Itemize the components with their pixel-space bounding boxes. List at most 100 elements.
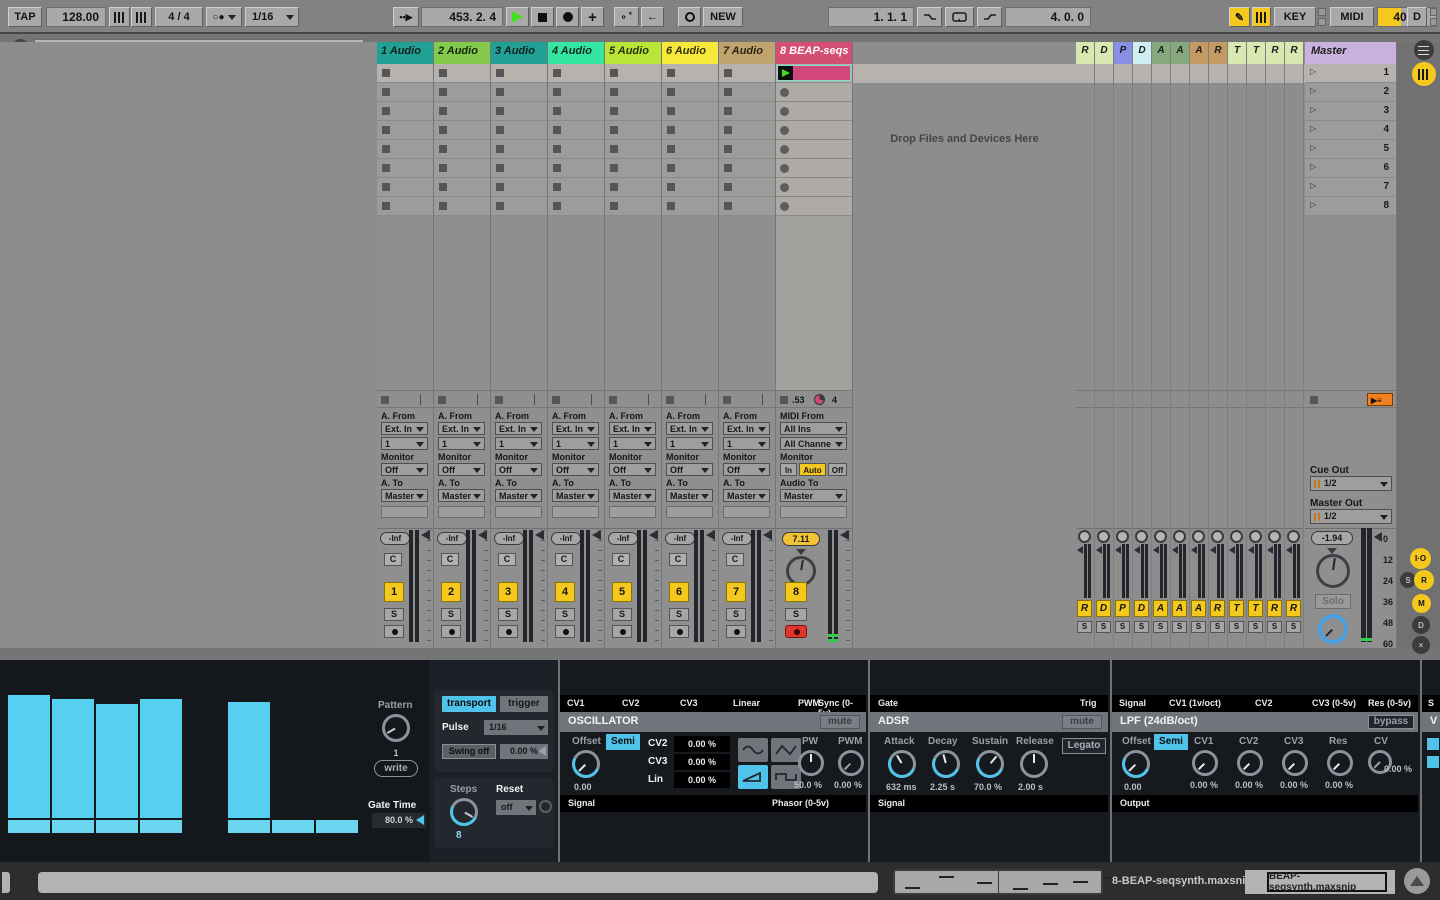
clip-slot[interactable]: [776, 178, 852, 197]
key-map-button[interactable]: KEY: [1274, 7, 1316, 27]
io-midi-channel-chooser[interactable]: All Channe: [780, 437, 847, 450]
return-pan-knob[interactable]: [1268, 530, 1281, 543]
io-output-type-chooser[interactable]: Master: [780, 489, 847, 502]
track-activator-button[interactable]: 6: [669, 582, 689, 602]
reset-trigger-button[interactable]: [539, 800, 552, 813]
io-output-type-chooser[interactable]: Master: [609, 489, 656, 502]
sequencer-gate-bar[interactable]: [8, 820, 50, 833]
clip-record-icon[interactable]: [780, 126, 789, 135]
arm-button[interactable]: [384, 625, 404, 638]
punch-in-button[interactable]: [917, 7, 942, 27]
sequencer-step-bar[interactable]: [8, 695, 50, 818]
osc-cv-value[interactable]: 0.00 %: [674, 754, 730, 770]
arm-button[interactable]: [441, 625, 461, 638]
overdub-d-button[interactable]: D: [1407, 7, 1427, 27]
gate-time-field[interactable]: 80.0 %: [372, 813, 426, 828]
clip-slot[interactable]: [662, 159, 718, 178]
return-pan-knob[interactable]: [1230, 530, 1243, 543]
scene-slot-1[interactable]: ▷1: [1305, 64, 1396, 83]
master-pan-knob[interactable]: [1316, 554, 1350, 588]
io-output-type-chooser[interactable]: Master: [666, 489, 713, 502]
volume-field[interactable]: -Inf: [494, 532, 524, 545]
solo-button[interactable]: S: [785, 608, 807, 621]
track-activator-button[interactable]: 7: [726, 582, 746, 602]
clip-slot[interactable]: [434, 140, 490, 159]
partial-control[interactable]: [1427, 738, 1439, 750]
clip-slot[interactable]: [548, 121, 604, 140]
sequencer-step-bar[interactable]: [96, 704, 138, 818]
clip-slot[interactable]: [377, 159, 433, 178]
clip-slot[interactable]: [719, 159, 775, 178]
clip-slot[interactable]: [719, 140, 775, 159]
clip-record-icon[interactable]: [780, 183, 789, 192]
clip-slot[interactable]: [491, 140, 547, 159]
return-track-header[interactable]: T: [1228, 42, 1246, 64]
automation-arm-button[interactable]: ⚬⚬: [614, 7, 639, 27]
io-input-type-chooser[interactable]: Ext. In: [381, 422, 428, 435]
sine-wave-button[interactable]: [738, 738, 768, 762]
return-pan-knob[interactable]: [1154, 530, 1167, 543]
clip-slot[interactable]: [548, 159, 604, 178]
solo-button[interactable]: S: [555, 608, 575, 621]
io-monitor-chooser[interactable]: Off: [666, 463, 713, 476]
clip-slot[interactable]: [548, 140, 604, 159]
clip-slot[interactable]: [776, 197, 852, 216]
device-title-box[interactable]: BEAP-seqsynth.maxsnip: [1267, 872, 1387, 892]
clip-slot[interactable]: [491, 64, 547, 83]
io-input-channel-chooser[interactable]: 1: [438, 437, 485, 450]
io-input-channel-chooser[interactable]: 1: [609, 437, 656, 450]
show-io-toggle[interactable]: I·O: [1410, 548, 1431, 569]
track-header[interactable]: 8 BEAP-seqs: [776, 42, 852, 64]
io-input-channel-chooser[interactable]: 1: [552, 437, 599, 450]
return-solo-button[interactable]: S: [1153, 621, 1168, 633]
playing-clip[interactable]: [777, 65, 851, 81]
pan-field[interactable]: C: [441, 553, 459, 566]
clip-slot[interactable]: [377, 64, 433, 83]
return-solo-button[interactable]: S: [1115, 621, 1130, 633]
volume-field[interactable]: -Inf: [665, 532, 695, 545]
volume-field[interactable]: -Inf: [551, 532, 581, 545]
return-track-header[interactable]: A: [1171, 42, 1189, 64]
return-track-header[interactable]: P: [1114, 42, 1132, 64]
sequencer-gate-bar[interactable]: [52, 820, 94, 833]
clip-slot[interactable]: [605, 83, 661, 102]
return-fader-handle[interactable]: [1077, 546, 1083, 554]
steps-knob[interactable]: [450, 798, 478, 826]
session-record-button[interactable]: [678, 7, 701, 27]
saw-wave-button[interactable]: [738, 765, 768, 789]
pulse-chooser[interactable]: 1/16: [484, 720, 548, 735]
clip-slot[interactable]: [662, 197, 718, 216]
clip-slot[interactable]: [605, 64, 661, 83]
io-output-type-chooser[interactable]: Master: [495, 489, 542, 502]
osc-cv-value[interactable]: 0.00 %: [674, 736, 730, 752]
clip-slot[interactable]: [548, 197, 604, 216]
scene-slot-4[interactable]: ▷4: [1305, 121, 1396, 140]
scene-launch-icon[interactable]: ▷: [1310, 67, 1316, 76]
io-input-type-chooser[interactable]: Ext. In: [495, 422, 542, 435]
scene-slot-2[interactable]: ▷2: [1305, 83, 1396, 102]
clip-slot[interactable]: [776, 83, 852, 102]
metronome-button[interactable]: ○●: [206, 7, 242, 27]
return-solo-button[interactable]: S: [1172, 621, 1187, 633]
clip-slot[interactable]: [377, 121, 433, 140]
return-pan-knob[interactable]: [1211, 530, 1224, 543]
arm-button[interactable]: [498, 625, 518, 638]
clip-slot[interactable]: [662, 140, 718, 159]
return-activator-button[interactable]: A: [1191, 600, 1206, 617]
arm-button[interactable]: [612, 625, 632, 638]
return-fader-handle[interactable]: [1134, 546, 1140, 554]
clip-slot[interactable]: [776, 64, 852, 83]
io-output-type-chooser[interactable]: Master: [381, 489, 428, 502]
clip-slot[interactable]: [491, 159, 547, 178]
lpf-cv2-knob[interactable]: [1237, 750, 1263, 776]
return-fader-handle[interactable]: [1153, 546, 1159, 554]
return-pan-knob[interactable]: [1135, 530, 1148, 543]
return-activator-button[interactable]: R: [1077, 600, 1092, 617]
return-fader-handle[interactable]: [1115, 546, 1121, 554]
stop-button[interactable]: [531, 7, 554, 27]
clip-slot[interactable]: [776, 102, 852, 121]
arm-button[interactable]: [555, 625, 575, 638]
stop-all-clip-icon[interactable]: [552, 396, 560, 404]
clip-slot[interactable]: [548, 64, 604, 83]
return-pan-knob[interactable]: [1116, 530, 1129, 543]
